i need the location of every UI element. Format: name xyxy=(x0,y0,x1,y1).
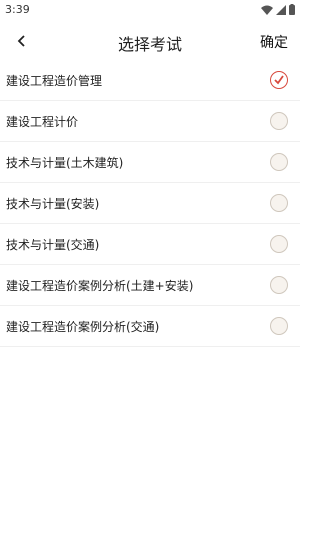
status-bar: 3:39 xyxy=(0,0,300,20)
radio-unchecked[interactable] xyxy=(270,235,288,253)
status-icons xyxy=(261,4,295,15)
radio-checked[interactable] xyxy=(270,71,288,89)
exam-option[interactable]: 技术与计量(土木建筑) xyxy=(0,142,300,183)
radio-unchecked[interactable] xyxy=(270,194,288,212)
exam-option-label: 技术与计量(安装) xyxy=(6,196,100,211)
exam-option[interactable]: 技术与计量(交通) xyxy=(0,224,300,265)
exam-option[interactable]: 建设工程造价案例分析(土建+安装) xyxy=(0,265,300,306)
exam-option[interactable]: 建设工程造价案例分析(交通) xyxy=(0,306,300,347)
exam-option-label: 技术与计量(土木建筑) xyxy=(6,155,124,170)
app-header: 选择考试 确定 xyxy=(0,20,300,60)
status-time: 3:39 xyxy=(5,3,30,16)
exam-option[interactable]: 技术与计量(安装) xyxy=(0,183,300,224)
exam-option-label: 建设工程造价管理 xyxy=(6,73,103,88)
exam-option[interactable]: 建设工程造价管理 xyxy=(0,60,300,101)
radio-unchecked[interactable] xyxy=(270,317,288,335)
page-title: 选择考试 xyxy=(117,35,182,54)
radio-unchecked[interactable] xyxy=(270,276,288,294)
confirm-button[interactable]: 确定 xyxy=(260,32,288,52)
exam-list: 建设工程造价管理 建设工程计价 技术与计量(土木建筑) 技术与计量(安装) 技术… xyxy=(0,60,300,347)
exam-option-label: 技术与计量(交通) xyxy=(6,237,100,252)
exam-option[interactable]: 建设工程计价 xyxy=(0,101,300,142)
battery-icon xyxy=(289,4,295,15)
wifi-icon xyxy=(261,5,273,15)
exam-option-label: 建设工程计价 xyxy=(6,114,79,129)
radio-unchecked[interactable] xyxy=(270,153,288,171)
signal-icon xyxy=(276,4,286,15)
exam-option-label: 建设工程造价案例分析(交通) xyxy=(6,319,160,334)
exam-option-label: 建设工程造价案例分析(土建+安装) xyxy=(6,278,194,293)
radio-unchecked[interactable] xyxy=(270,112,288,130)
